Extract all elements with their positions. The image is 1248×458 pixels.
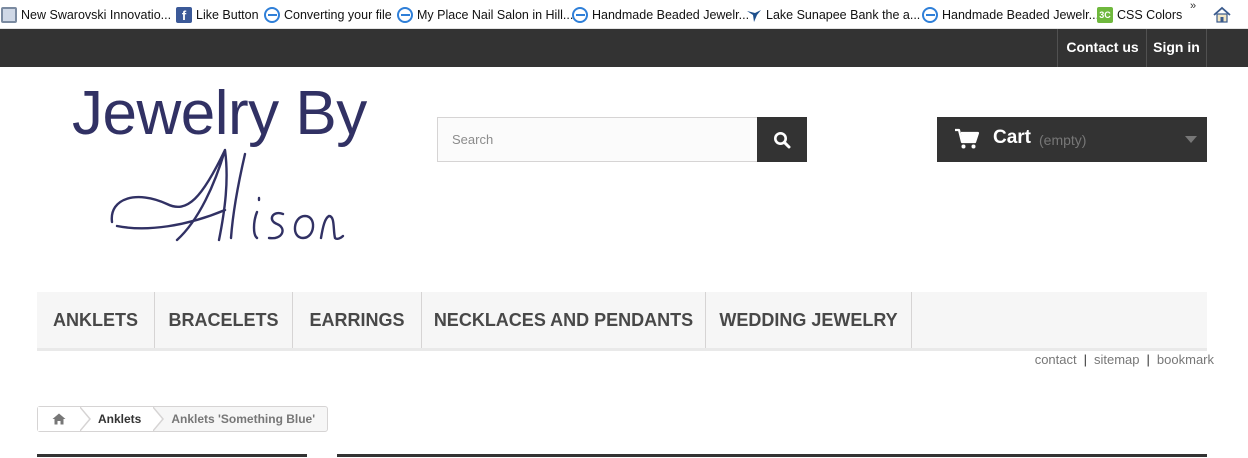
breadcrumb-home[interactable] <box>38 407 80 431</box>
search-button[interactable] <box>757 117 807 162</box>
utility-links: contact | sitemap | bookmark <box>1035 352 1214 367</box>
bookmark-link[interactable]: bookmark <box>1157 352 1214 367</box>
sign-in-link[interactable]: Sign in <box>1146 29 1207 67</box>
cart-status: (empty) <box>1039 132 1087 148</box>
favorite-link[interactable]: f Like Button <box>176 0 259 29</box>
favorite-label: CSS Colors <box>1117 7 1183 22</box>
sitemap-link[interactable]: sitemap <box>1094 352 1140 367</box>
favorite-link[interactable]: My Place Nail Salon in Hill... <box>397 0 573 29</box>
category-menu: ANKLETS BRACELETS EARRINGS NECKLACES AND… <box>37 292 1207 351</box>
favorite-link[interactable]: Converting your file <box>264 0 392 29</box>
home-icon <box>52 413 66 425</box>
menu-item-earrings[interactable]: EARRINGS <box>293 292 422 348</box>
search-icon <box>774 131 791 148</box>
home-icon[interactable] <box>1213 6 1231 28</box>
favorites-bar: New Swarovski Innovatio... f Like Button… <box>0 0 1248 29</box>
contact-us-link[interactable]: Contact us <box>1057 29 1147 67</box>
favorite-label: Handmade Beaded Jewelr... <box>942 7 1100 22</box>
contact-link[interactable]: contact <box>1035 352 1077 367</box>
favorite-link[interactable]: Handmade Beaded Jewelr... <box>922 0 1099 29</box>
search-form <box>437 117 807 162</box>
swarovski-icon <box>1 6 17 23</box>
favorite-label: My Place Nail Salon in Hill... <box>417 7 574 22</box>
ie-page-icon <box>264 6 280 23</box>
menu-item-necklaces-and-pendants[interactable]: NECKLACES AND PENDANTS <box>422 292 706 348</box>
favorite-label: Lake Sunapee Bank the a... <box>766 7 921 22</box>
bird-icon <box>746 7 762 23</box>
favorite-label: New Swarovski Innovatio... <box>21 7 172 22</box>
top-nav: Contact us Sign in <box>0 29 1248 67</box>
ie-page-icon <box>922 6 938 23</box>
ie-page-icon <box>397 6 413 23</box>
logo-script-alison <box>110 148 345 242</box>
logo-text: Jewelry By <box>72 79 367 148</box>
chevron-down-icon[interactable] <box>1185 136 1197 143</box>
site-logo[interactable]: Jewelry By <box>72 78 382 258</box>
cart-label: Cart <box>993 127 1032 148</box>
content-header-rule <box>337 454 1207 457</box>
menu-item-bracelets[interactable]: BRACELETS <box>155 292 293 348</box>
favorite-link[interactable]: Handmade Beaded Jewelr... <box>572 0 749 29</box>
favorite-label: Converting your file <box>284 7 392 22</box>
cart-block[interactable]: Cart (empty) <box>937 117 1207 162</box>
menu-item-wedding-jewelry[interactable]: WEDDING JEWELRY <box>706 292 912 348</box>
facebook-icon: f <box>176 6 192 23</box>
menu-item-anklets[interactable]: ANKLETS <box>37 292 155 348</box>
favorite-link[interactable]: Lake Sunapee Bank the a... <box>746 0 920 29</box>
favorite-label: Handmade Beaded Jewelr... <box>592 7 750 22</box>
css-icon: 3C <box>1097 6 1113 23</box>
favorite-link[interactable]: 3C CSS Colors <box>1097 0 1182 29</box>
shopping-cart-icon <box>955 128 980 149</box>
search-input[interactable] <box>437 117 758 162</box>
favorites-more-chevron[interactable]: » <box>1190 0 1196 12</box>
divider: | <box>1146 352 1150 367</box>
column-header-rule <box>37 454 307 457</box>
breadcrumb-anklets[interactable]: Anklets <box>80 407 154 431</box>
breadcrumb: Anklets Anklets 'Something Blue' <box>37 406 329 432</box>
favorite-link[interactable]: New Swarovski Innovatio... <box>1 0 171 29</box>
ie-page-icon <box>572 6 588 23</box>
divider: | <box>1083 352 1087 367</box>
favorite-label: Like Button <box>196 7 259 22</box>
breadcrumb-current: Anklets 'Something Blue' <box>171 412 316 426</box>
